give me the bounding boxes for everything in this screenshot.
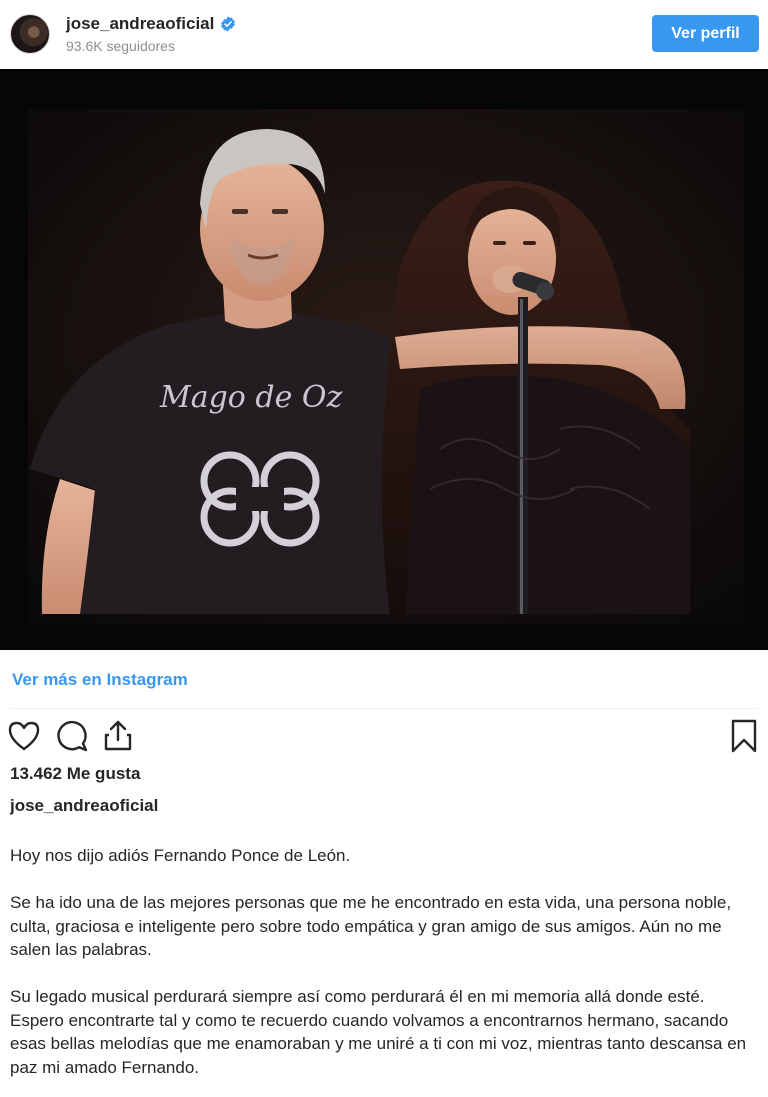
caption-paragraph: Hoy nos dijo adiós Fernando Ponce de Leó… <box>10 846 351 865</box>
verified-badge-icon <box>221 16 236 32</box>
post-caption: Hoy nos dijo adiós Fernando Ponce de Leó… <box>10 844 762 1097</box>
view-more-on-instagram-link[interactable]: Ver más en Instagram <box>12 670 188 690</box>
share-icon[interactable] <box>100 718 136 754</box>
user-info: jose_andreaoficial 93.6K seguidores <box>66 14 236 54</box>
comment-icon[interactable] <box>54 718 90 754</box>
username[interactable]: jose_andreaoficial <box>66 14 214 34</box>
follower-count: 93.6K seguidores <box>66 38 175 54</box>
post-actions <box>0 718 768 758</box>
avatar[interactable] <box>10 14 50 54</box>
post-header: jose_andreaoficial 93.6K seguidores Ver … <box>0 0 768 68</box>
divider <box>10 708 758 709</box>
username-row: jose_andreaoficial <box>66 14 236 34</box>
post-image: Mago de Oz <box>0 69 768 650</box>
view-profile-button[interactable]: Ver perfil <box>652 15 759 52</box>
bookmark-icon[interactable] <box>726 718 762 754</box>
like-count[interactable]: 13.462 Me gusta <box>10 764 140 784</box>
heart-icon[interactable] <box>6 718 42 754</box>
post-photo[interactable]: Mago de Oz <box>0 69 768 650</box>
caption-username[interactable]: jose_andreaoficial <box>10 796 158 816</box>
caption-paragraph: Su legado musical perdurará siempre así … <box>10 987 747 1077</box>
caption-paragraph: Se ha ido una de las mejores personas qu… <box>10 893 732 959</box>
shirt-print-text: Mago de Oz <box>159 380 342 415</box>
